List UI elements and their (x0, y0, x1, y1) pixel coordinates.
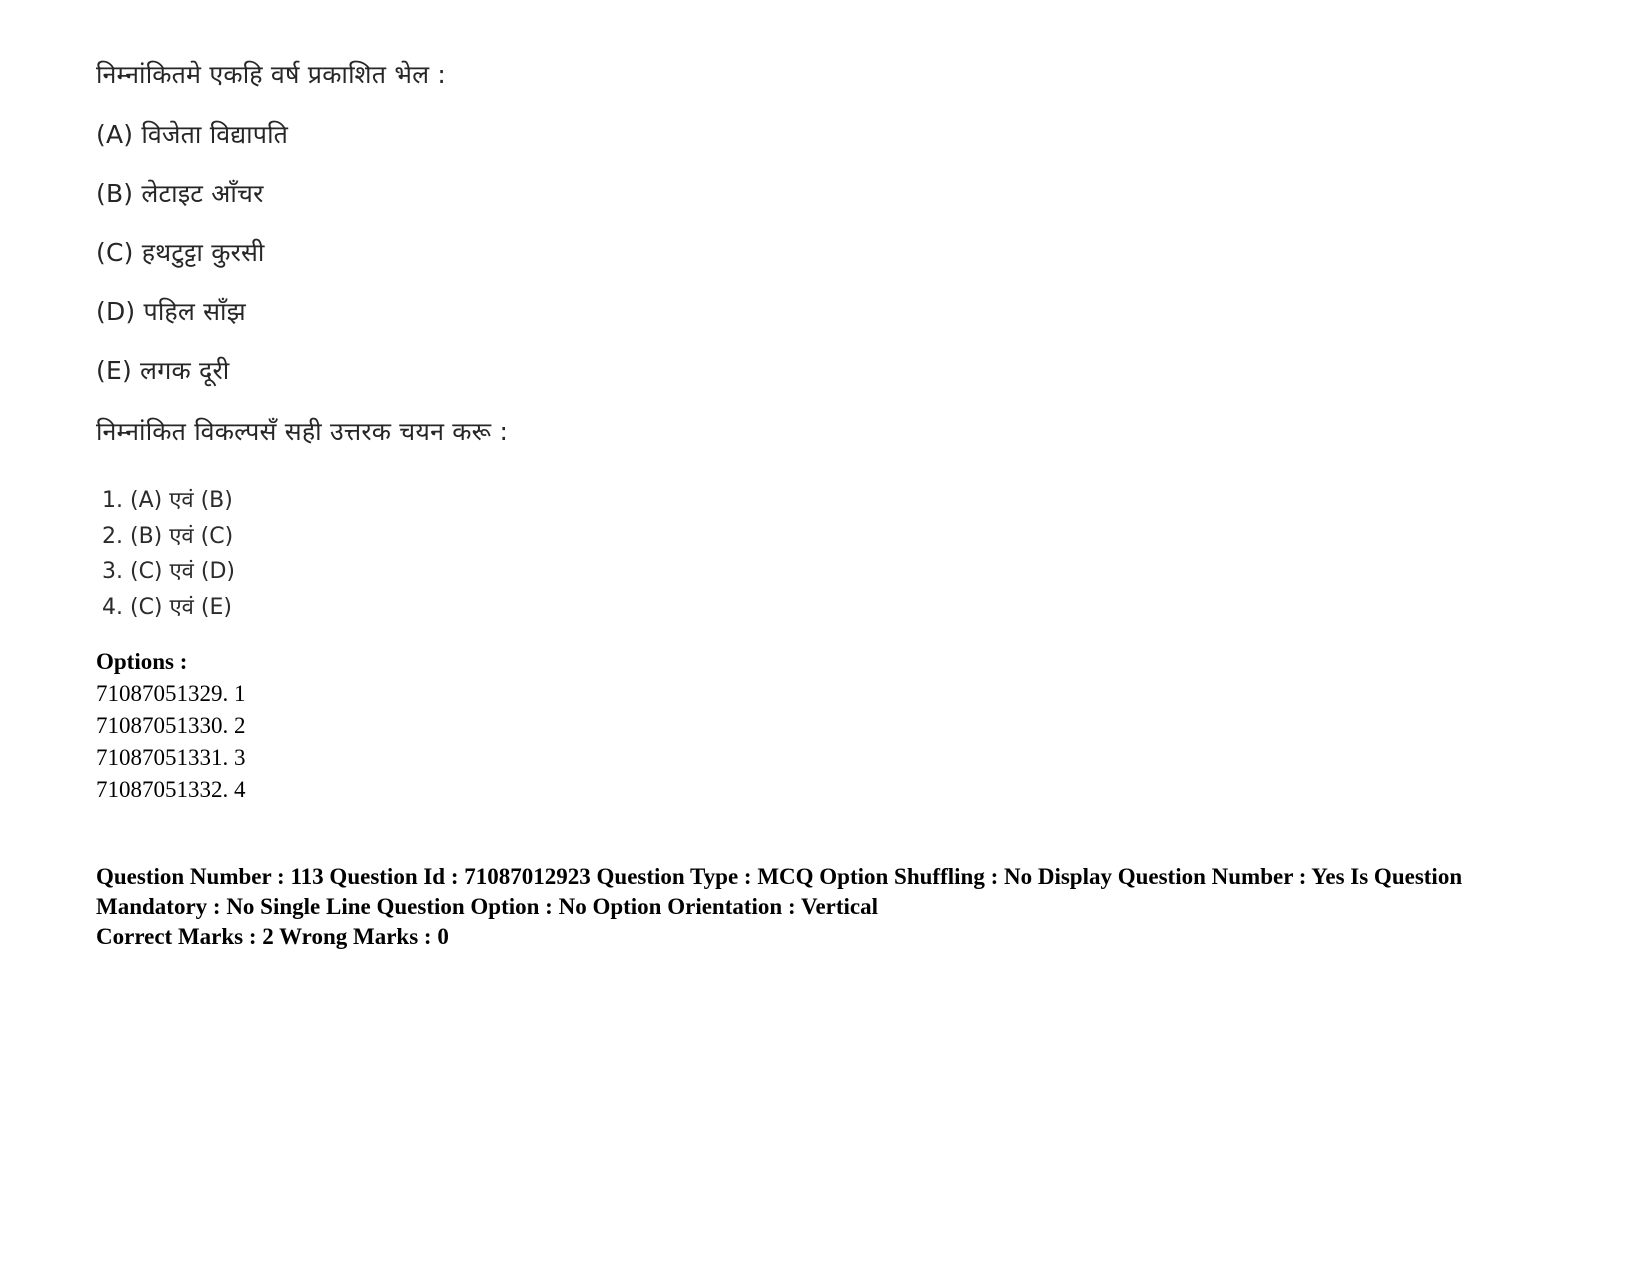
question-metadata: Question Number : 113 Question Id : 7108… (96, 862, 1496, 952)
option-id-row-3: 71087051331. 3 (96, 745, 246, 770)
question-page: निम्नांकितमे एकहि वर्ष प्रकाशित भेल : (A… (0, 0, 1650, 1275)
statement-d: (D) पहिल साँझ (96, 297, 246, 326)
option-id-row-4: 71087051332. 4 (96, 777, 246, 802)
option-id-row-2: 71087051330. 2 (96, 713, 246, 738)
choice-3: 3. (C) एवं (D) (102, 559, 236, 584)
question-stem: निम्नांकितमे एकहि वर्ष प्रकाशित भेल : (96, 60, 447, 89)
statement-b: (B) लेटाइट आँचर (96, 179, 264, 208)
options-heading: Options : (96, 649, 188, 674)
choice-2: 2. (B) एवं (C) (102, 523, 234, 549)
options-block: Options : 71087051329. 1 71087051330. 2 … (96, 646, 1650, 806)
statement-c: (C) हथटुट्टा कुरसी (96, 238, 265, 267)
metadata-line-2: Correct Marks : 2 Wrong Marks : 0 (96, 924, 449, 949)
metadata-line-1: Question Number : 113 Question Id : 7108… (96, 864, 1463, 919)
statement-e: (E) लगक दूरी (96, 356, 230, 385)
statement-a: (A) विजेता विद्यापति (96, 120, 289, 149)
option-id-row-1: 71087051329. 1 (96, 681, 246, 706)
choice-1: 1. (A) एवं (B) (102, 488, 233, 513)
choice-4: 4. (C) एवं (E) (102, 594, 232, 620)
choice-list: 1. (A) एवं (B) 2. (B) एवं (C) 3. (C) एवं… (102, 483, 1650, 625)
answer-instruction: निम्नांकित विकल्पसँ सही उत्तरक चयन करू : (96, 417, 509, 446)
